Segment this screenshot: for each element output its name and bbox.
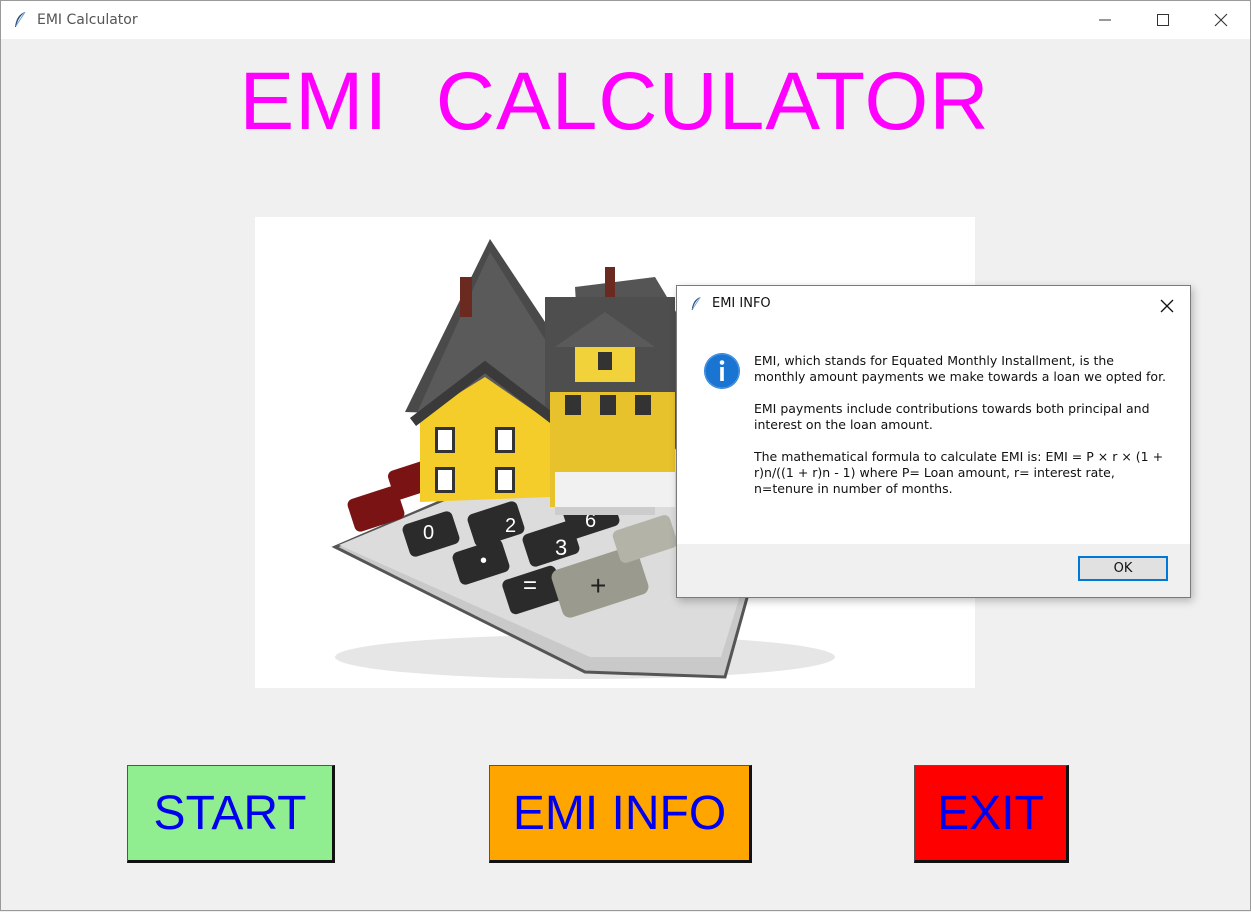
dialog-title: EMI INFO: [712, 296, 771, 311]
close-window-button[interactable]: [1192, 1, 1250, 39]
feather-icon: [691, 296, 701, 310]
emi-info-button[interactable]: EMI INFO: [489, 765, 752, 863]
minimize-icon: [1099, 19, 1111, 21]
svg-text:+: +: [590, 570, 606, 601]
dialog-paragraph: EMI, which stands for Equated Monthly In…: [754, 353, 1167, 384]
feather-icon: [15, 11, 26, 27]
page-title: EMI CALCULATOR: [239, 56, 990, 147]
close-icon: [1214, 13, 1228, 27]
dialog-paragraph: The mathematical formula to calculate EM…: [754, 449, 1164, 496]
window-title: EMI Calculator: [37, 12, 138, 28]
dialog-message: EMI, which stands for Equated Monthly In…: [754, 353, 1169, 513]
dialog-titlebar: EMI INFO: [677, 286, 1190, 322]
start-button[interactable]: START: [127, 765, 335, 863]
info-icon: [704, 353, 740, 389]
maximize-button[interactable]: [1134, 1, 1192, 39]
dialog-footer: OK: [677, 544, 1190, 597]
window-titlebar: EMI Calculator: [0, 0, 1251, 39]
dialog-close-button[interactable]: [1155, 294, 1179, 318]
dialog-paragraph: EMI payments include contributions towar…: [754, 401, 1150, 432]
svg-text:3: 3: [555, 535, 567, 560]
svg-text:•: •: [480, 550, 487, 572]
exit-button[interactable]: EXIT: [914, 765, 1069, 863]
emi-info-dialog: EMI INFO EMI, which stands for Equated M…: [676, 285, 1191, 598]
svg-text:0: 0: [423, 522, 434, 544]
svg-text:=: =: [523, 572, 537, 599]
ok-button[interactable]: OK: [1078, 556, 1168, 581]
maximize-icon: [1157, 14, 1169, 26]
close-icon: [1160, 299, 1174, 313]
svg-text:2: 2: [505, 515, 516, 537]
minimize-button[interactable]: [1076, 1, 1134, 39]
